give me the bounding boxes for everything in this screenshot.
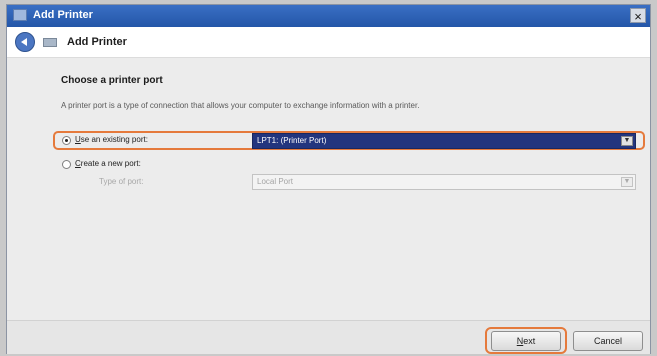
create-new-port-radio[interactable] (62, 160, 71, 169)
page-title: Choose a printer port (61, 75, 163, 86)
chevron-down-icon[interactable]: ▼ (621, 136, 633, 146)
type-of-port-label: Type of port: (99, 177, 144, 186)
existing-port-value: LPT1: (Printer Port) (257, 136, 327, 145)
wizard-title: Add Printer (67, 36, 127, 48)
cancel-button[interactable]: Cancel (573, 331, 643, 351)
add-printer-window: Add Printer × Add Printer Choose a print… (6, 4, 651, 354)
close-icon[interactable]: × (630, 8, 646, 24)
existing-port-select[interactable]: LPT1: (Printer Port) ▼ (252, 133, 636, 149)
wizard-header: Add Printer (7, 27, 650, 58)
printer-icon (43, 38, 57, 47)
printer-icon (13, 9, 27, 21)
type-of-port-value: Local Port (257, 177, 294, 186)
use-existing-port-label[interactable]: Use an existing port: (75, 135, 148, 144)
page-description: A printer port is a type of connection t… (61, 101, 420, 110)
wizard-footer: Next Cancel (7, 320, 650, 354)
back-arrow-icon[interactable] (15, 32, 35, 52)
use-existing-port-radio[interactable] (62, 136, 71, 145)
window-title: Add Printer (33, 9, 93, 21)
title-bar: Add Printer × (7, 5, 650, 27)
create-new-port-label[interactable]: Create a new port: (75, 159, 141, 168)
next-button[interactable]: Next (491, 331, 561, 351)
type-of-port-select[interactable]: Local Port ▼ (252, 174, 636, 190)
wizard-content: Choose a printer port A printer port is … (7, 58, 650, 320)
chevron-down-icon[interactable]: ▼ (621, 177, 633, 187)
